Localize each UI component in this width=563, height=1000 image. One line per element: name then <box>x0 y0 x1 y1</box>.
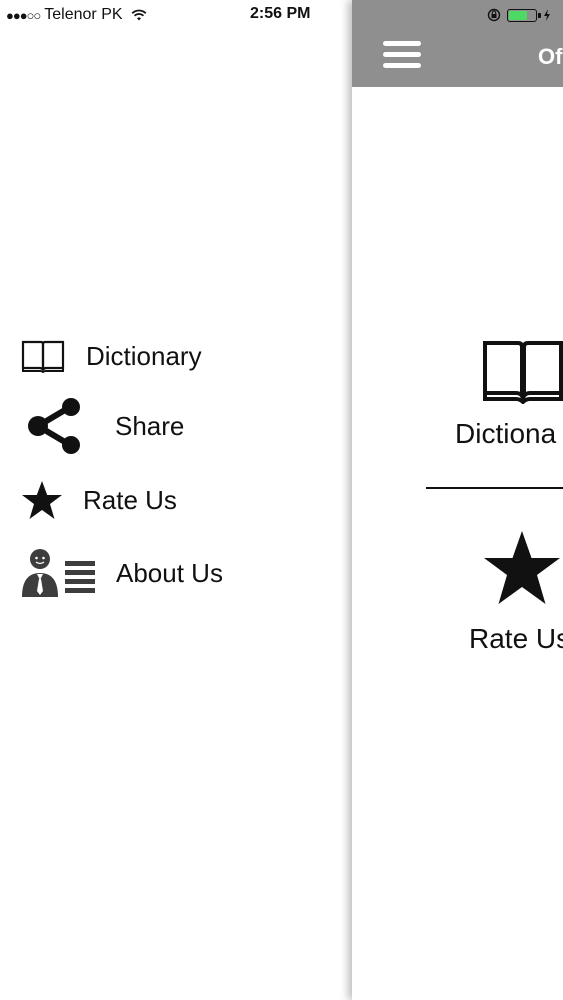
menu-item-rate-us[interactable]: Rate Us <box>20 474 177 526</box>
star-icon <box>482 530 562 611</box>
tile-divider <box>426 487 563 489</box>
navigation-bar: Of <box>352 0 563 87</box>
orientation-lock-icon <box>487 8 501 22</box>
status-time: 2:56 PM <box>250 5 311 22</box>
menu-item-label: Rate Us <box>83 484 177 515</box>
menu-icon[interactable] <box>383 41 421 69</box>
menu-item-share[interactable]: Share <box>20 397 185 455</box>
share-icon <box>20 397 90 455</box>
main-panel: Of Dictiona Rate Us <box>352 0 563 1000</box>
menu-item-dictionary[interactable]: Dictionary <box>20 330 202 382</box>
menu-item-label: Dictionary <box>86 340 202 371</box>
dictionary-tile-label: Dictiona <box>455 418 557 449</box>
carrier-info: ●●●○○ Telenor PK <box>6 6 147 24</box>
page-title: Of <box>538 44 563 69</box>
menu-item-label: About Us <box>116 557 223 588</box>
about-us-icon <box>20 547 96 599</box>
side-drawer: ●●●○○ Telenor PK 2:56 PM Dictionary Shar… <box>0 0 352 1000</box>
rate-us-tile[interactable]: Rate Us <box>352 525 563 665</box>
book-icon <box>482 338 563 409</box>
status-bar-left: ●●●○○ Telenor PK 2:56 PM <box>0 0 352 30</box>
battery-icon <box>507 8 541 22</box>
dictionary-tile[interactable]: Dictiona <box>352 330 563 460</box>
wifi-icon <box>131 9 146 21</box>
status-bar-right <box>487 6 551 24</box>
book-icon <box>20 339 66 373</box>
menu-item-label: Share <box>115 410 185 441</box>
charging-icon <box>544 9 550 21</box>
signal-strength: ●●●○○ <box>6 7 41 23</box>
rate-us-tile-label: Rate Us <box>469 623 563 654</box>
carrier-name: Telenor PK <box>44 6 123 23</box>
star-icon <box>20 480 64 520</box>
menu-item-about-us[interactable]: About Us <box>20 547 223 599</box>
